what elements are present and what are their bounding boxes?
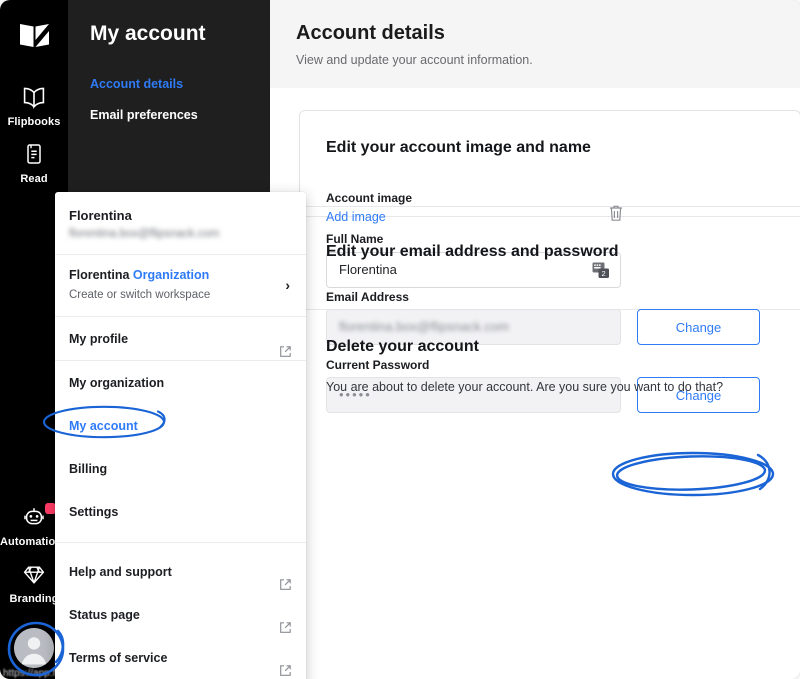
delete-account-description: You are about to delete your account. Ar… [326, 380, 724, 394]
menu-item-settings[interactable]: Settings [55, 490, 306, 533]
menu-item-label: My account [69, 419, 138, 433]
external-link-icon [279, 565, 292, 590]
account-image-label: Account image [326, 191, 413, 205]
email-address-label: Email Address [326, 290, 409, 304]
menu-item-my-profile[interactable]: My profile [55, 317, 306, 360]
menu-item-my-account[interactable]: My account [55, 404, 306, 447]
menu-user-email: florentina.box@flipsnack.com [69, 228, 220, 240]
menu-item-my-organization[interactable]: My organization [55, 361, 306, 404]
account-dropdown-menu: Florentina florentina.box@flipsnack.com … [55, 192, 306, 679]
avatar[interactable] [14, 628, 54, 668]
menu-item-organization[interactable]: Florentina Organization Create or switch… [55, 255, 306, 316]
side-panel-link-email-preferences[interactable]: Email preferences [90, 108, 198, 122]
menu-item-label: Billing [69, 462, 108, 476]
menu-item-terms-of-service[interactable]: Terms of service [55, 636, 306, 679]
side-panel-link-account-details[interactable]: Account details [90, 77, 183, 91]
section-edit-image-name: Edit your account image and name Account… [300, 111, 800, 345]
section-edit-email-password: Edit your email address and password Ema… [300, 217, 800, 413]
menu-organization-line: Florentina Organization [69, 268, 292, 282]
section-delete-account: Delete your account You are about to del… [300, 310, 800, 424]
menu-user-info: Florentina florentina.box@flipsnack.com [55, 192, 306, 254]
menu-item-label: My profile [69, 332, 129, 346]
open-book-icon [19, 85, 49, 113]
menu-item-label: Status page [69, 608, 140, 622]
menu-item-label: My organization [69, 376, 165, 390]
menu-item-label: Settings [69, 505, 119, 519]
menu-item-billing[interactable]: Billing [55, 447, 306, 490]
account-details-card: Edit your account image and name Account… [299, 110, 800, 679]
menu-item-label: Terms of service [69, 651, 168, 665]
document-lines-icon [19, 142, 49, 170]
menu-user-name: Florentina [69, 208, 132, 223]
rail-label-flipbooks: Flipbooks [7, 116, 61, 128]
external-link-icon [279, 608, 292, 633]
menu-organization-name: Florentina [69, 268, 130, 282]
app-window: Account details View and update your acc… [0, 0, 800, 679]
rail-item-flipbooks[interactable]: Flipbooks [0, 85, 68, 128]
diamond-icon [19, 562, 49, 590]
rail-item-read[interactable]: Read [0, 142, 68, 185]
external-link-icon [279, 332, 292, 357]
main-content: Account details View and update your acc… [270, 0, 800, 679]
page-title: Account details [296, 22, 445, 44]
menu-item-status-page[interactable]: Status page [55, 593, 306, 636]
menu-organization-tag: Organization [132, 268, 210, 282]
section-title-image-name: Edit your account image and name [326, 139, 591, 156]
divider [300, 206, 800, 207]
page-subtitle: View and update your account information… [296, 53, 533, 67]
side-panel-title: My account [90, 22, 206, 45]
rail-label-read: Read [20, 173, 48, 185]
section-title-email-password: Edit your email address and password [326, 243, 619, 260]
menu-divider [55, 542, 306, 543]
page-header: Account details View and update your acc… [270, 0, 800, 88]
menu-item-label: Help and support [69, 565, 172, 579]
flipbook-logo-icon[interactable] [18, 20, 52, 50]
section-title-delete-account: Delete your account [326, 338, 479, 355]
menu-item-help-and-support[interactable]: Help and support [55, 550, 306, 593]
external-link-icon [279, 651, 292, 676]
chevron-right-icon: › [285, 277, 290, 293]
menu-organization-subtitle: Create or switch workspace [69, 289, 211, 301]
